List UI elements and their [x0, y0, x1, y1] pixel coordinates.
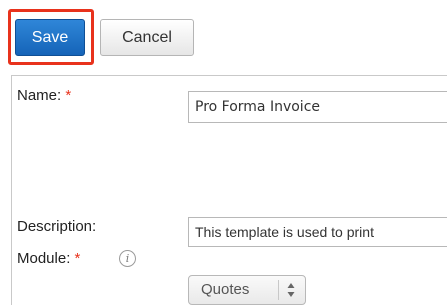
updown-arrows-icon: [286, 276, 296, 304]
save-button[interactable]: Save: [15, 19, 85, 56]
module-label-text: Module:: [17, 250, 71, 267]
description-label: Description:: [17, 218, 97, 235]
record-edit-view: Save Cancel Name: * Pro Forma Invoice De…: [0, 0, 447, 305]
module-label: Module: *: [17, 250, 80, 267]
module-selected-value: Quotes: [201, 281, 250, 298]
module-select[interactable]: Quotes: [188, 275, 306, 305]
name-label: Name: *: [17, 87, 71, 104]
name-label-text: Name:: [17, 87, 62, 104]
info-icon[interactable]: i: [119, 250, 136, 267]
description-field[interactable]: This template is used to print: [188, 217, 447, 247]
name-required-marker: *: [65, 87, 72, 104]
module-required-marker: *: [74, 250, 81, 267]
select-divider: [278, 280, 279, 300]
cancel-button[interactable]: Cancel: [100, 19, 194, 56]
name-field[interactable]: Pro Forma Invoice: [188, 91, 447, 123]
